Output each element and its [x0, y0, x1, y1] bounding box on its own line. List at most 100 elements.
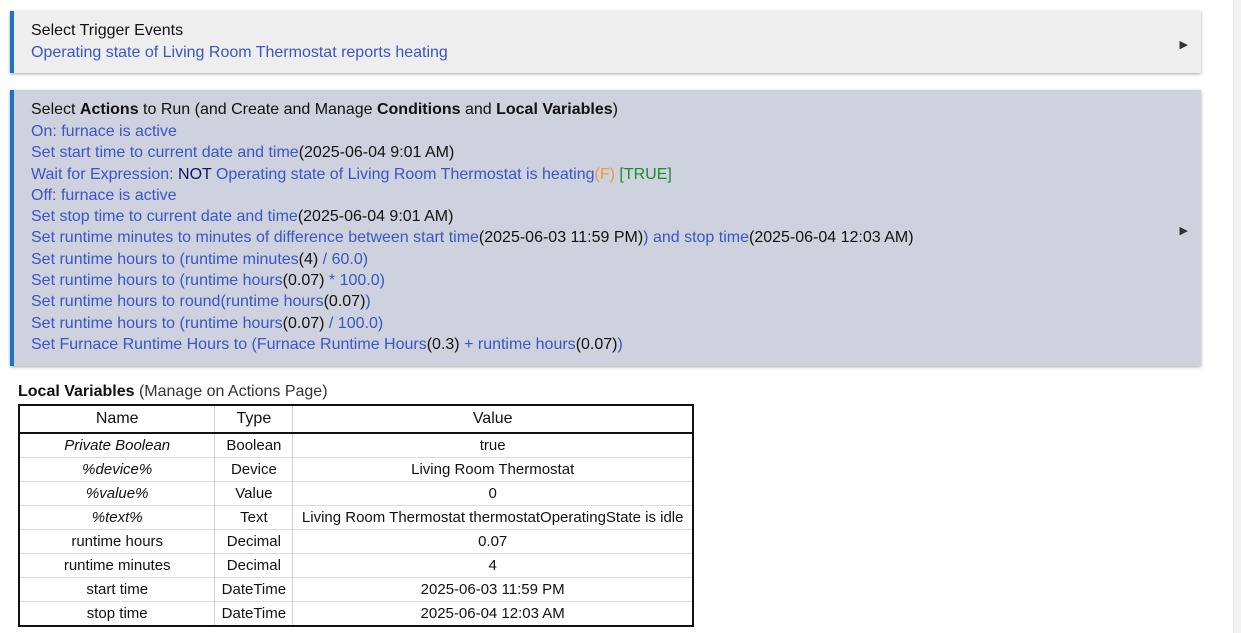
action-line[interactable]: Set stop time to current date and time(2… — [31, 206, 1201, 227]
action-segment: * 100.0) — [324, 272, 385, 290]
table-body: Private Boolean Boolean true %device% Device… — [19, 432, 693, 626]
page-scrollbar[interactable] — [1233, 0, 1241, 633]
triangle-right-icon[interactable]: ▶ — [1180, 38, 1188, 51]
title-part: to Run (and Create and Manage — [138, 101, 377, 118]
table-row: %text% Text Living Room Thermostat thermos… — [19, 505, 693, 530]
action-line[interactable]: Set Furnace Runtime Hours to (Furnace Ru… — [31, 334, 1201, 355]
local-variables-heading: Local Variables (Manage on Actions Page) — [18, 383, 328, 401]
action-segment: Set runtime hours to (runtime minutes — [31, 250, 299, 268]
action-segment: Set Furnace Runtime Hours to (Furnace Ru… — [31, 335, 427, 353]
table-row: stop time DateTime 2025-06-04 12:03 AM — [19, 601, 693, 626]
action-segment: / 100.0) — [324, 314, 384, 332]
title-part: and — [460, 101, 497, 118]
cell-name: Private Boolean — [19, 432, 216, 458]
cell-name: %text% — [19, 505, 216, 530]
cell-name: start time — [19, 577, 216, 602]
actions-card[interactable]: Select Actions to Run (and Create and Ma… — [10, 90, 1201, 366]
action-segment: (0.07) — [575, 335, 618, 353]
local-variables-subtitle: (Manage on Actions Page) — [138, 383, 328, 400]
action-segment: Set runtime hours to (runtime hours — [31, 272, 283, 290]
action-segment: (F) — [594, 165, 615, 183]
local-variables-title: Local Variables — [18, 383, 135, 400]
title-part-bold: Local Variables — [496, 101, 613, 118]
action-segment: (2025-06-04 9:01 AM) — [297, 208, 454, 226]
action-segment: Wait for Expression: — [31, 165, 179, 183]
cell-name: stop time — [19, 601, 216, 626]
table-row: runtime hours Decimal 0.07 — [19, 529, 693, 554]
action-line[interactable]: Set runtime hours to (runtime hours(0.07… — [31, 313, 1201, 334]
action-list: On: furnace is active Set start time to c… — [31, 121, 1201, 355]
action-line[interactable]: Set runtime hours to (runtime hours(0.07… — [31, 270, 1201, 291]
trigger-event-line: Operating state of Living Room Thermosta… — [31, 44, 448, 61]
trigger-card-title: Select Trigger Events — [31, 22, 184, 39]
cell-type: Decimal — [214, 529, 294, 554]
action-segment: Set runtime hours to (runtime hours — [31, 314, 283, 332]
action-segment: (0.07) — [282, 314, 325, 332]
cell-value: 2025-06-04 12:03 AM — [292, 601, 693, 626]
action-line[interactable]: Off: furnace is active — [31, 185, 1201, 206]
title-part: Select — [31, 101, 80, 118]
cell-type: Value — [214, 481, 294, 506]
local-variables-table: Name Type Value Private Boolean Boolean tr… — [18, 404, 694, 627]
cell-type: Decimal — [214, 553, 294, 578]
action-line[interactable]: Set start time to current date and time(… — [31, 142, 1201, 163]
action-segment: (2025-06-04 12:03 AM) — [749, 229, 914, 247]
table-row: %value% Value 0 — [19, 481, 693, 506]
action-line[interactable]: Set runtime hours to round(runtime hours… — [31, 291, 1201, 312]
action-segment: (0.07) — [323, 293, 366, 311]
cell-type: DateTime — [214, 601, 294, 626]
cell-value: 2025-06-03 11:59 PM — [292, 577, 693, 602]
table-row: Private Boolean Boolean true — [19, 432, 693, 458]
cell-type: Boolean — [214, 432, 294, 458]
cell-value: Living Room Thermostat thermostatOperati… — [292, 505, 693, 530]
action-segment: / 60.0) — [318, 250, 369, 268]
action-segment: Set stop time to current date and time — [31, 208, 298, 226]
trigger-events-card[interactable]: Select Trigger Events Operating state of… — [10, 11, 1201, 73]
title-part-bold: Actions — [79, 101, 139, 118]
action-segment: ) — [365, 293, 371, 311]
action-segment: ) — [617, 335, 623, 353]
action-segment: NOT — [178, 165, 212, 183]
action-segment: ) and stop time — [643, 229, 749, 247]
triangle-right-icon[interactable]: ▶ — [1180, 224, 1188, 237]
action-segment: + runtime hours — [459, 335, 576, 353]
actions-card-title: Select Actions to Run (and Create and Ma… — [31, 99, 1201, 121]
title-part: ) — [612, 101, 618, 118]
action-segment: On: furnace is active — [31, 123, 177, 140]
action-segment: (0.07) — [282, 272, 325, 290]
column-header-name: Name — [19, 405, 216, 434]
cell-name: %device% — [19, 457, 216, 482]
title-part-bold: Conditions — [376, 101, 461, 118]
cell-type: Text — [214, 505, 294, 530]
cell-value: 0.07 — [292, 529, 693, 554]
column-header-type: Type — [214, 405, 294, 434]
action-segment: Set runtime minutes to minutes of differ… — [31, 229, 479, 247]
cell-value: 4 — [292, 553, 693, 578]
column-header-value: Value — [292, 405, 693, 434]
cell-type: Device — [214, 457, 294, 482]
action-segment: (2025-06-03 11:59 PM) — [478, 229, 644, 247]
cell-name: runtime hours — [19, 529, 216, 554]
action-segment: Operating state of Living Room Thermosta… — [211, 165, 595, 183]
table-header-row: Name Type Value — [19, 405, 693, 434]
action-segment: Off: furnace is active — [31, 186, 177, 204]
cell-value: true — [292, 432, 693, 458]
cell-type: DateTime — [214, 577, 294, 602]
table-row: %device% Device Living Room Thermostat — [19, 457, 693, 482]
action-segment: (2025-06-04 9:01 AM) — [298, 144, 455, 162]
action-segment: Set start time to current date and time — [31, 144, 299, 162]
action-segment: Set runtime hours to round(runtime hours — [31, 293, 324, 311]
action-line[interactable]: Set runtime minutes to minutes of differ… — [31, 227, 1201, 248]
cell-value: 0 — [292, 481, 693, 506]
cell-value: Living Room Thermostat — [292, 457, 693, 482]
action-segment: (0.3) — [426, 335, 460, 353]
action-segment: [TRUE] — [614, 165, 672, 183]
table-row: runtime minutes Decimal 4 — [19, 553, 693, 578]
cell-name: runtime minutes — [19, 553, 216, 578]
action-segment: (4) — [298, 250, 319, 268]
table-row: start time DateTime 2025-06-03 11:59 PM — [19, 577, 693, 602]
cell-name: %value% — [19, 481, 216, 506]
action-line[interactable]: Set runtime hours to (runtime minutes(4)… — [31, 249, 1201, 270]
action-line[interactable]: On: furnace is active — [31, 121, 1201, 142]
action-line[interactable]: Wait for Expression: NOT Operating state… — [31, 164, 1201, 185]
